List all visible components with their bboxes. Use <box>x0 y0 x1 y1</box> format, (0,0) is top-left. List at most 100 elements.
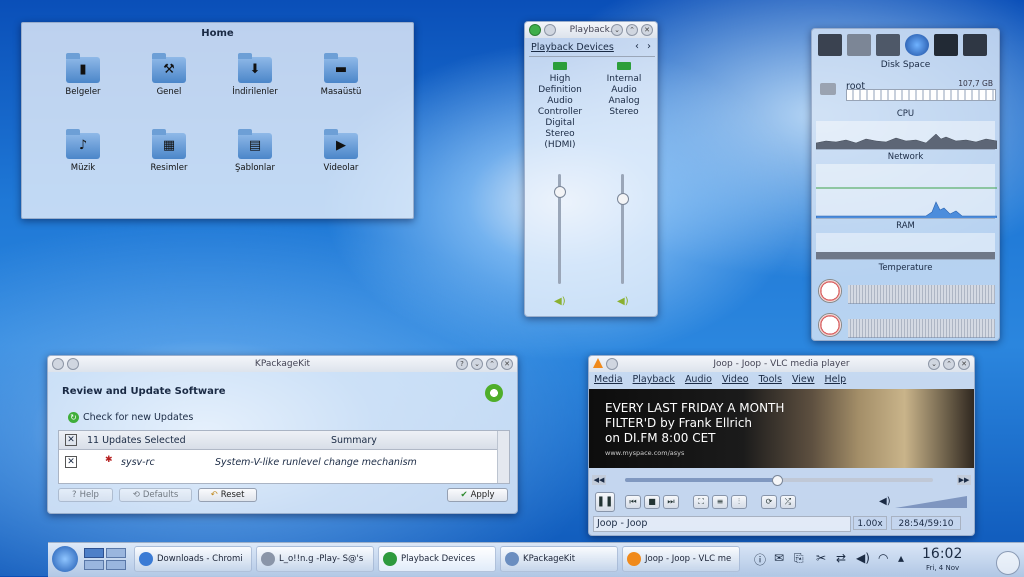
pause-button[interactable]: ❚❚ <box>595 492 615 512</box>
vlc-pin-button[interactable] <box>606 358 618 370</box>
clock[interactable]: 16:02 <box>922 546 962 562</box>
desktop-4-cell[interactable] <box>106 560 126 570</box>
next-button[interactable]: ⏭ <box>663 495 679 509</box>
documents-folder-icon: ▮ <box>66 53 100 83</box>
reset-button[interactable]: ↶ Reset <box>198 488 257 502</box>
pager[interactable] <box>84 548 126 570</box>
table-scrollbar[interactable] <box>497 431 509 483</box>
equalizer-button[interactable]: ⫶ <box>731 495 747 509</box>
folder-item[interactable]: ⚒ Genel <box>129 53 209 97</box>
kpk-help-title-button[interactable]: ? <box>456 358 468 370</box>
folder-item[interactable]: ▮ Belgeler <box>43 53 123 97</box>
volume-icon[interactable]: ◀) <box>879 496 891 507</box>
tray-scissors-icon[interactable]: ✂ <box>816 551 826 565</box>
kpk-pin-button[interactable] <box>67 358 79 370</box>
folder-item[interactable]: ⬇ İndirilenler <box>215 53 295 97</box>
kickoff-menu-icon[interactable] <box>52 546 78 572</box>
mixer-window: Playback... ⌄ ⌃ ✕ Playback Devices ‹ › H… <box>524 21 658 317</box>
time-display[interactable]: 28:54/59:10 <box>891 516 961 530</box>
row-checkbox[interactable]: ✕ <box>65 456 77 468</box>
previous-button[interactable]: ⏮ <box>625 495 641 509</box>
desktop-2-cell[interactable] <box>106 548 126 558</box>
apply-button[interactable]: ✔ Apply <box>447 488 508 502</box>
volume-slider[interactable] <box>895 496 967 508</box>
task-button[interactable]: Downloads - Chromi <box>134 546 252 572</box>
menu-item-help[interactable]: Help <box>825 374 847 385</box>
select-all-checkbox[interactable]: ✕ <box>65 434 77 446</box>
desktop-3-cell[interactable] <box>84 560 104 570</box>
menu-item-media[interactable]: Media <box>594 374 623 385</box>
desktop-1-cell[interactable] <box>84 548 104 558</box>
table-row[interactable]: ✕ ✱ sysv-rc System-V-like runlevel chang… <box>59 453 497 471</box>
kpk-maximize-button[interactable]: ⌃ <box>486 358 498 370</box>
tray-info-icon[interactable]: ⓘ <box>754 551 766 568</box>
menu-item-tools[interactable]: Tools <box>759 374 782 385</box>
task-app-icon <box>627 552 641 566</box>
folder-item[interactable]: ▬ Masaüstü <box>301 53 381 97</box>
hardware-icon[interactable] <box>876 34 900 56</box>
folder-item[interactable]: ▤ Şablonlar <box>215 129 295 173</box>
harddisk-icon[interactable] <box>847 34 871 56</box>
network-globe-icon[interactable] <box>905 34 929 56</box>
kpk-minimize-button[interactable]: ⌄ <box>471 358 483 370</box>
menu-item-audio[interactable]: Audio <box>685 374 712 385</box>
folder-item[interactable]: ▶ Videolar <box>301 129 381 173</box>
tray-volume-icon[interactable]: ◀) <box>856 551 870 565</box>
tray-clipboard-icon[interactable]: ⎘ <box>794 551 804 566</box>
seek-bar-handle[interactable] <box>771 475 783 486</box>
seek-forward-icon[interactable]: ▶▶ <box>957 475 971 485</box>
vlc-maximize-button[interactable]: ⌃ <box>943 358 955 370</box>
folder-item[interactable]: ▦ Resimler <box>129 129 209 173</box>
terminal-icon[interactable] <box>934 34 958 56</box>
task-button[interactable]: L_o!!n.g -Play- S@'s <box>256 546 374 572</box>
playlist-button[interactable]: ≡ <box>712 495 728 509</box>
seek-bar[interactable] <box>625 475 933 486</box>
hdmi-speaker-icon[interactable]: ◀) <box>554 296 566 307</box>
task-button[interactable]: Playback Devices <box>378 546 496 572</box>
stop-button[interactable]: ■ <box>644 495 660 509</box>
kpk-close-button[interactable]: ✕ <box>501 358 513 370</box>
vlc-video-area[interactable]: EVERY LAST FRIDAY A MONTH FILTER'D by Fr… <box>589 389 974 468</box>
analog-speaker-icon[interactable]: ◀) <box>617 296 629 307</box>
task-button[interactable]: Joop - Joop - VLC me <box>622 546 740 572</box>
videos-folder-icon: ▶ <box>324 129 358 159</box>
check-updates-link[interactable]: ↻ Check for new Updates <box>68 412 193 423</box>
menu-item-playback[interactable]: Playback <box>633 374 675 385</box>
cashew-icon[interactable] <box>996 551 1020 575</box>
tray-network-icon[interactable]: ⇄ <box>836 551 846 565</box>
tray-wifi-icon[interactable]: ◠ <box>878 551 888 565</box>
tab-scroll-left-icon[interactable]: ‹ <box>635 41 639 52</box>
mixer-close-button[interactable]: ✕ <box>641 24 653 36</box>
mixer-minimize-button[interactable]: ⌄ <box>611 24 623 36</box>
menu-item-view[interactable]: View <box>792 374 815 385</box>
home-title: Home <box>201 28 234 39</box>
folder-glyph: ▦ <box>162 138 176 153</box>
cpu-chip-icon[interactable] <box>963 34 987 56</box>
hdmi-volume-slider[interactable] <box>554 185 566 198</box>
folder-item[interactable]: ♪ Müzik <box>43 129 123 173</box>
tab-playback-devices[interactable]: Playback Devices <box>531 42 614 53</box>
kpk-heading: Review and Update Software <box>62 386 226 397</box>
vlc-minimize-button[interactable]: ⌄ <box>928 358 940 370</box>
fullscreen-button[interactable]: ⛶ <box>693 495 709 509</box>
help-button[interactable]: ? Help <box>58 488 113 502</box>
task-label: L_o!!n.g -Play- S@'s <box>279 554 364 564</box>
vlc-close-button[interactable]: ✕ <box>958 358 970 370</box>
disk-monitor-icon[interactable] <box>818 34 842 56</box>
seek-back-icon[interactable]: ◀◀ <box>592 475 606 485</box>
shuffle-button[interactable]: ⤮ <box>780 495 796 509</box>
mixer-maximize-button[interactable]: ⌃ <box>626 24 638 36</box>
tray-mail-icon[interactable]: ✉ <box>774 551 784 565</box>
task-button[interactable]: KPackageKit <box>500 546 618 572</box>
mixer-channel-analog: Internal Audio Analog Stereo ◀) <box>595 62 653 312</box>
tab-scroll-right-icon[interactable]: › <box>647 41 651 52</box>
tray-expand-icon[interactable]: ▴ <box>898 551 904 565</box>
loop-button[interactable]: ⟳ <box>761 495 777 509</box>
menu-item-video[interactable]: Video <box>722 374 749 385</box>
network-graph-plot <box>816 187 997 218</box>
mixer-pin-button[interactable] <box>544 24 556 36</box>
defaults-button[interactable]: ⟲ Defaults <box>119 488 192 502</box>
playback-rate[interactable]: 1.00x <box>853 516 887 530</box>
analog-volume-slider[interactable] <box>617 193 629 206</box>
analog-volume-track[interactable] <box>621 174 624 284</box>
